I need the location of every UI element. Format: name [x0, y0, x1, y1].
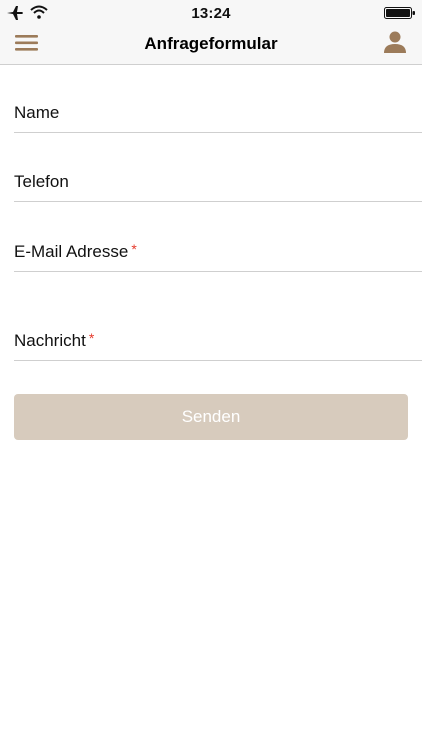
status-bar: 13:24 [0, 0, 422, 26]
page-title: Anfrageformular [144, 34, 278, 53]
name-field[interactable]: Name [14, 98, 422, 133]
email-input[interactable] [14, 237, 422, 271]
phone-input[interactable] [14, 167, 422, 201]
phone-field[interactable]: Telefon [14, 167, 422, 202]
email-field[interactable]: E-Mail Adresse * [14, 237, 422, 272]
battery-icon [384, 7, 415, 19]
user-icon[interactable] [382, 29, 408, 55]
message-field[interactable]: Nachricht * [14, 326, 422, 361]
name-input[interactable] [14, 98, 422, 132]
nav-bar: Anfrageformular [0, 26, 422, 65]
status-time: 13:24 [191, 5, 231, 22]
hamburger-menu-icon[interactable] [14, 32, 40, 54]
send-button[interactable]: Senden [14, 394, 408, 440]
message-input[interactable] [14, 326, 422, 360]
